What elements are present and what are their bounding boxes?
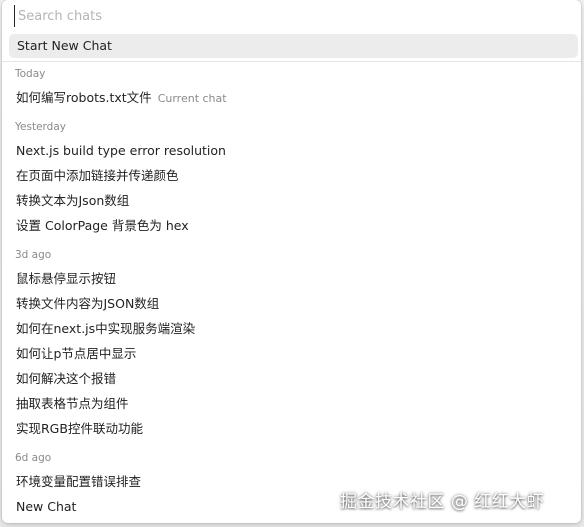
current-chat-badge: Current chat [157, 92, 227, 105]
chat-item[interactable]: 在页面中添加链接并传递颜色 [9, 165, 578, 187]
chat-item[interactable]: 转换文件内容为JSON数组 [9, 293, 578, 315]
chat-item[interactable]: 转换文本为Json数组 [9, 190, 578, 212]
chat-item[interactable]: 抽取表格节点为组件 [9, 393, 578, 415]
chat-item[interactable]: 设置 ColorPage 背景色为 hex [9, 215, 578, 237]
chat-item-title: 在页面中添加链接并传递颜色 [16, 168, 179, 183]
chat-item-title: 设置 ColorPage 背景色为 hex [16, 218, 189, 233]
chat-history-panel: Start New Chat Today 如何编写robots.txt文件 Cur… [2, 0, 581, 523]
group-label-6d-ago: 6d ago [15, 452, 52, 464]
chat-item[interactable]: 如何解决这个报错 [9, 368, 578, 390]
chat-item-title: 环境变量配置错误排查 [16, 474, 142, 489]
search-input[interactable] [14, 5, 568, 27]
divider [2, 61, 581, 62]
chat-item-title: 抽取表格节点为组件 [16, 396, 129, 411]
chat-item[interactable]: 实现RGB控件联动功能 [9, 418, 578, 440]
chat-item-title: 如何编写robots.txt文件 [16, 90, 152, 105]
chat-item[interactable]: 如何编写robots.txt文件 Current chat [9, 87, 578, 109]
chat-item-title: Next.js build type error resolution [16, 143, 226, 158]
start-new-chat-button[interactable]: Start New Chat [9, 34, 578, 58]
group-label-today: Today [15, 68, 46, 80]
chat-item-title: 如何让p节点居中显示 [16, 346, 137, 361]
search-row [2, 0, 581, 32]
chat-item-title: New Chat [16, 499, 77, 514]
chat-item-title: 如何解决这个报错 [16, 371, 117, 386]
chat-item[interactable]: 如何让p节点居中显示 [9, 343, 578, 365]
chat-item[interactable]: Next.js build type error resolution [9, 140, 578, 162]
chat-item-title: 实现RGB控件联动功能 [16, 421, 143, 436]
watermark: 掘金技术社区 @ 红红大虾 [340, 492, 545, 512]
chat-item-title: 转换文本为Json数组 [16, 193, 130, 208]
chat-item-title: 转换文件内容为JSON数组 [16, 296, 160, 311]
group-label-3d-ago: 3d ago [15, 249, 52, 261]
chat-item-title: 如何在next.js中实现服务端渲染 [16, 321, 196, 336]
group-label-yesterday: Yesterday [15, 121, 66, 133]
chat-item-title: 鼠标悬停显示按钮 [16, 271, 117, 286]
chat-item[interactable]: 如何在next.js中实现服务端渲染 [9, 318, 578, 340]
chat-item[interactable]: 鼠标悬停显示按钮 [9, 268, 578, 290]
